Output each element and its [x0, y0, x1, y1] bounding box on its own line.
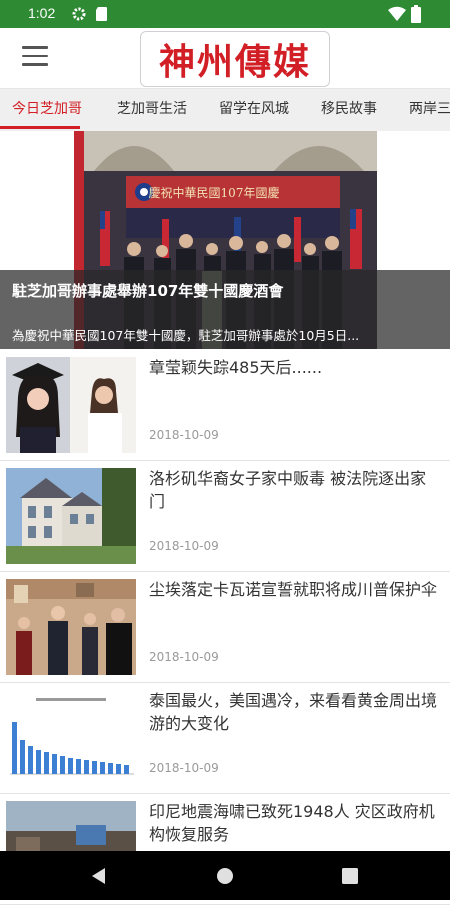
article-date: 2018-10-09: [149, 761, 219, 775]
featured-title: 駐芝加哥辦事處舉辦107年雙十國慶酒會: [12, 282, 284, 300]
article-thumbnail: [6, 579, 136, 675]
sd-card-icon: [95, 6, 109, 26]
status-bar: 1:02: [0, 0, 450, 28]
settings-gear-icon: [71, 6, 87, 26]
category-tabs: 今日芝加哥 芝加哥生活 留学在风城 移民故事 两岸三: [0, 89, 450, 131]
article-thumbnail: [6, 468, 136, 564]
hamburger-menu-icon[interactable]: [22, 46, 48, 68]
active-tab-indicator: [0, 126, 80, 129]
article-title: 洛杉矶华裔女子家中贩毒 被法院逐出家门: [149, 469, 427, 511]
system-navigation-bar: [0, 851, 450, 900]
recents-icon[interactable]: [342, 868, 358, 888]
article-thumbnail: [6, 690, 136, 786]
home-icon[interactable]: [216, 867, 234, 889]
list-item[interactable]: 洛杉矶华裔女子家中贩毒 被法院逐出家门 2018-10-09: [0, 461, 450, 572]
tab-chicago-life[interactable]: 芝加哥生活: [117, 89, 187, 131]
article-date: 2018-10-09: [149, 539, 219, 553]
article-title: 印尼地震海啸已致死1948人 灾区政府机构恢复服务: [149, 802, 435, 844]
hero-banner-text: 慶祝中華民國107年國慶: [149, 185, 280, 200]
tab-immigrant-stories[interactable]: 移民故事: [321, 89, 377, 131]
tab-study-windy-city[interactable]: 留学在风城: [219, 89, 289, 131]
list-item[interactable]: 章莹颖失踪485天后...... 2018-10-09: [0, 350, 450, 461]
list-item[interactable]: 泰国最火，美国遇冷，来看看黄金周出境游的大变化 2018-10-09: [0, 683, 450, 794]
article-title: 尘埃落定卡瓦诺宣誓就职将成川普保护伞: [149, 580, 438, 599]
article-title: 泰国最火，美国遇冷，来看看黄金周出境游的大变化: [149, 691, 438, 733]
battery-icon: [411, 5, 421, 27]
status-time: 1:02: [28, 5, 56, 21]
wifi-icon: [388, 6, 406, 26]
back-icon[interactable]: [90, 867, 106, 889]
article-thumbnail: [6, 357, 136, 453]
featured-article[interactable]: 慶祝中華民國107年國慶 駐芝加哥辦事處舉辦107年雙十國慶酒會 為慶祝中華民國…: [0, 131, 450, 349]
tab-cross-strait[interactable]: 两岸三: [409, 89, 450, 131]
article-date: 2018-10-09: [149, 650, 219, 664]
app-logo: 神州傳媒: [140, 31, 330, 87]
article-date: 2018-10-09: [149, 428, 219, 442]
logo-text: 神州傳媒: [158, 41, 311, 83]
tab-chicago-today[interactable]: 今日芝加哥: [12, 89, 82, 131]
featured-subtitle: 為慶祝中華民國107年雙十國慶，駐芝加哥辦事處於10月5日...: [12, 328, 360, 343]
article-title: 章莹颖失踪485天后......: [149, 358, 323, 377]
list-item[interactable]: 尘埃落定卡瓦诺宣誓就职将成川普保护伞 2018-10-09: [0, 572, 450, 683]
app-bar: 神州傳媒: [0, 28, 450, 89]
